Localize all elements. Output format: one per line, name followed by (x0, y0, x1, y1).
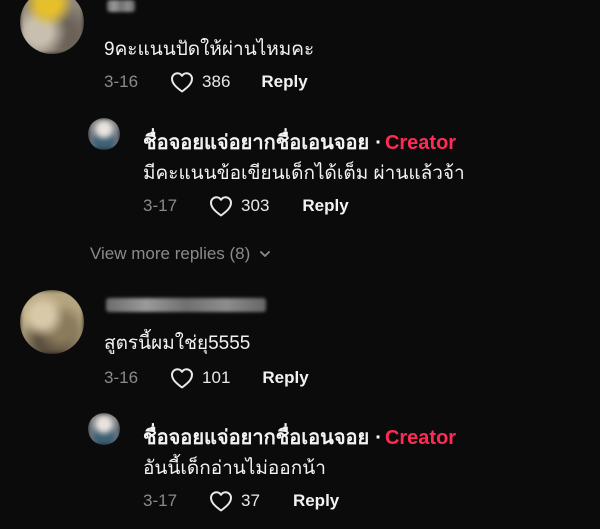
avatar-image (20, 290, 84, 354)
view-more-label: View more replies (8) (90, 244, 251, 263)
avatar-image (20, 0, 84, 54)
avatar[interactable] (88, 413, 120, 445)
like-button[interactable]: 303 (209, 195, 269, 217)
avatar-image (88, 413, 120, 445)
avatar[interactable] (20, 290, 84, 354)
reply-author[interactable]: ชื่อจอยแจ่อยากชื่อเอนจอย · Creator (143, 421, 456, 453)
comment-text: 9คะแนนปัดให้ผ่านไหมคะ (104, 39, 315, 60)
reply-button[interactable]: Reply (261, 72, 307, 92)
author-name: ชื่อจอยแจ่อยากชื่อเอนจอย (143, 427, 370, 449)
chevron-down-icon (260, 251, 271, 257)
separator-dot: · (375, 427, 382, 449)
reply-meta: 3-17 303 Reply (143, 194, 349, 218)
like-count: 386 (202, 72, 231, 91)
comment-meta: 3-16 386 Reply (104, 70, 308, 94)
reply-text: อันนี้เด็กอ่านไม่ออกน้า (143, 458, 326, 479)
comment-date: 3-16 (104, 368, 139, 387)
reply-button[interactable]: Reply (262, 368, 308, 388)
separator-dot: · (375, 132, 382, 154)
avatar[interactable] (20, 0, 84, 54)
creator-badge: Creator (384, 132, 457, 154)
author-name: ชื่อจอยแจ่อยากชื่อเอนจอย (143, 132, 370, 154)
comment-date: 3-16 (104, 72, 139, 91)
reply-meta: 3-17 37 Reply (143, 489, 339, 513)
creator-badge: Creator (384, 427, 457, 449)
heart-icon (210, 196, 233, 217)
like-button[interactable]: 101 (170, 367, 230, 389)
like-button[interactable]: 386 (170, 71, 230, 93)
reply-text: มีคะแนนข้อเขียนเด็กได้เต็ม ผ่านแล้วจ้า (143, 163, 465, 184)
heart-icon (171, 368, 194, 389)
avatar-image (88, 118, 120, 150)
username-redacted[interactable] (106, 298, 266, 312)
comment-meta: 3-16 101 Reply (104, 366, 309, 390)
like-button[interactable]: 37 (209, 490, 260, 512)
reply-author[interactable]: ชื่อจอยแจ่อยากชื่อเอนจอย · Creator (143, 126, 456, 158)
reply-date: 3-17 (143, 196, 178, 215)
like-count: 37 (241, 491, 260, 510)
avatar[interactable] (88, 118, 120, 150)
view-more-replies-button[interactable]: View more replies (8) (90, 244, 271, 264)
reply-date: 3-17 (143, 491, 178, 510)
like-count: 303 (241, 196, 270, 215)
reply-button[interactable]: Reply (293, 491, 339, 511)
comment-text: สูตรนี้ผมใช่ยุ5555 (104, 333, 251, 354)
like-count: 101 (202, 368, 231, 387)
reply-button[interactable]: Reply (302, 196, 348, 216)
heart-icon (210, 491, 233, 512)
heart-icon (171, 72, 194, 93)
username-redacted[interactable] (107, 0, 135, 12)
